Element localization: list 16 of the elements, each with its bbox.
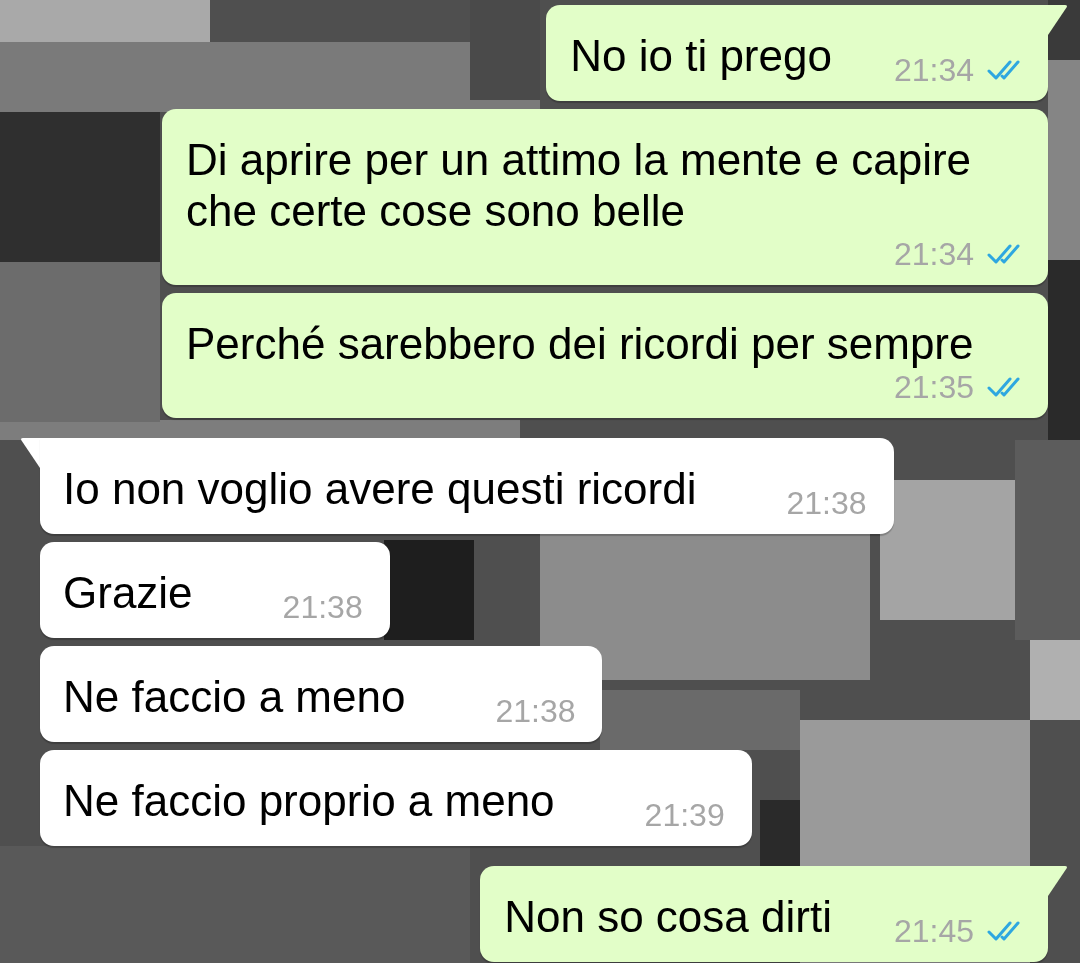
message-text: Non so cosa dirti	[504, 891, 832, 942]
message-time: 21:35	[893, 369, 974, 405]
message-text: Perché sarebbero dei ricordi per sempre	[186, 318, 974, 369]
message-time: 21:34	[893, 52, 974, 88]
message-time: 21:38	[786, 485, 867, 521]
message-text: Grazie	[63, 567, 193, 618]
message-text: Ne faccio proprio a meno	[63, 775, 555, 826]
message-time: 21:45	[893, 913, 974, 949]
message-time: 21:34	[893, 236, 974, 272]
message-time: 21:38	[282, 589, 363, 625]
message-time: 21:38	[495, 693, 576, 729]
message-text: Di aprire per un attimo la mente e capire che certe cose sono belle	[186, 134, 973, 236]
message-time: 21:39	[644, 797, 725, 833]
message-text: No io ti prego	[570, 30, 832, 81]
message-text: Ne faccio a meno	[63, 671, 406, 722]
message-text: Io non voglio avere questi ricordi	[63, 463, 697, 514]
